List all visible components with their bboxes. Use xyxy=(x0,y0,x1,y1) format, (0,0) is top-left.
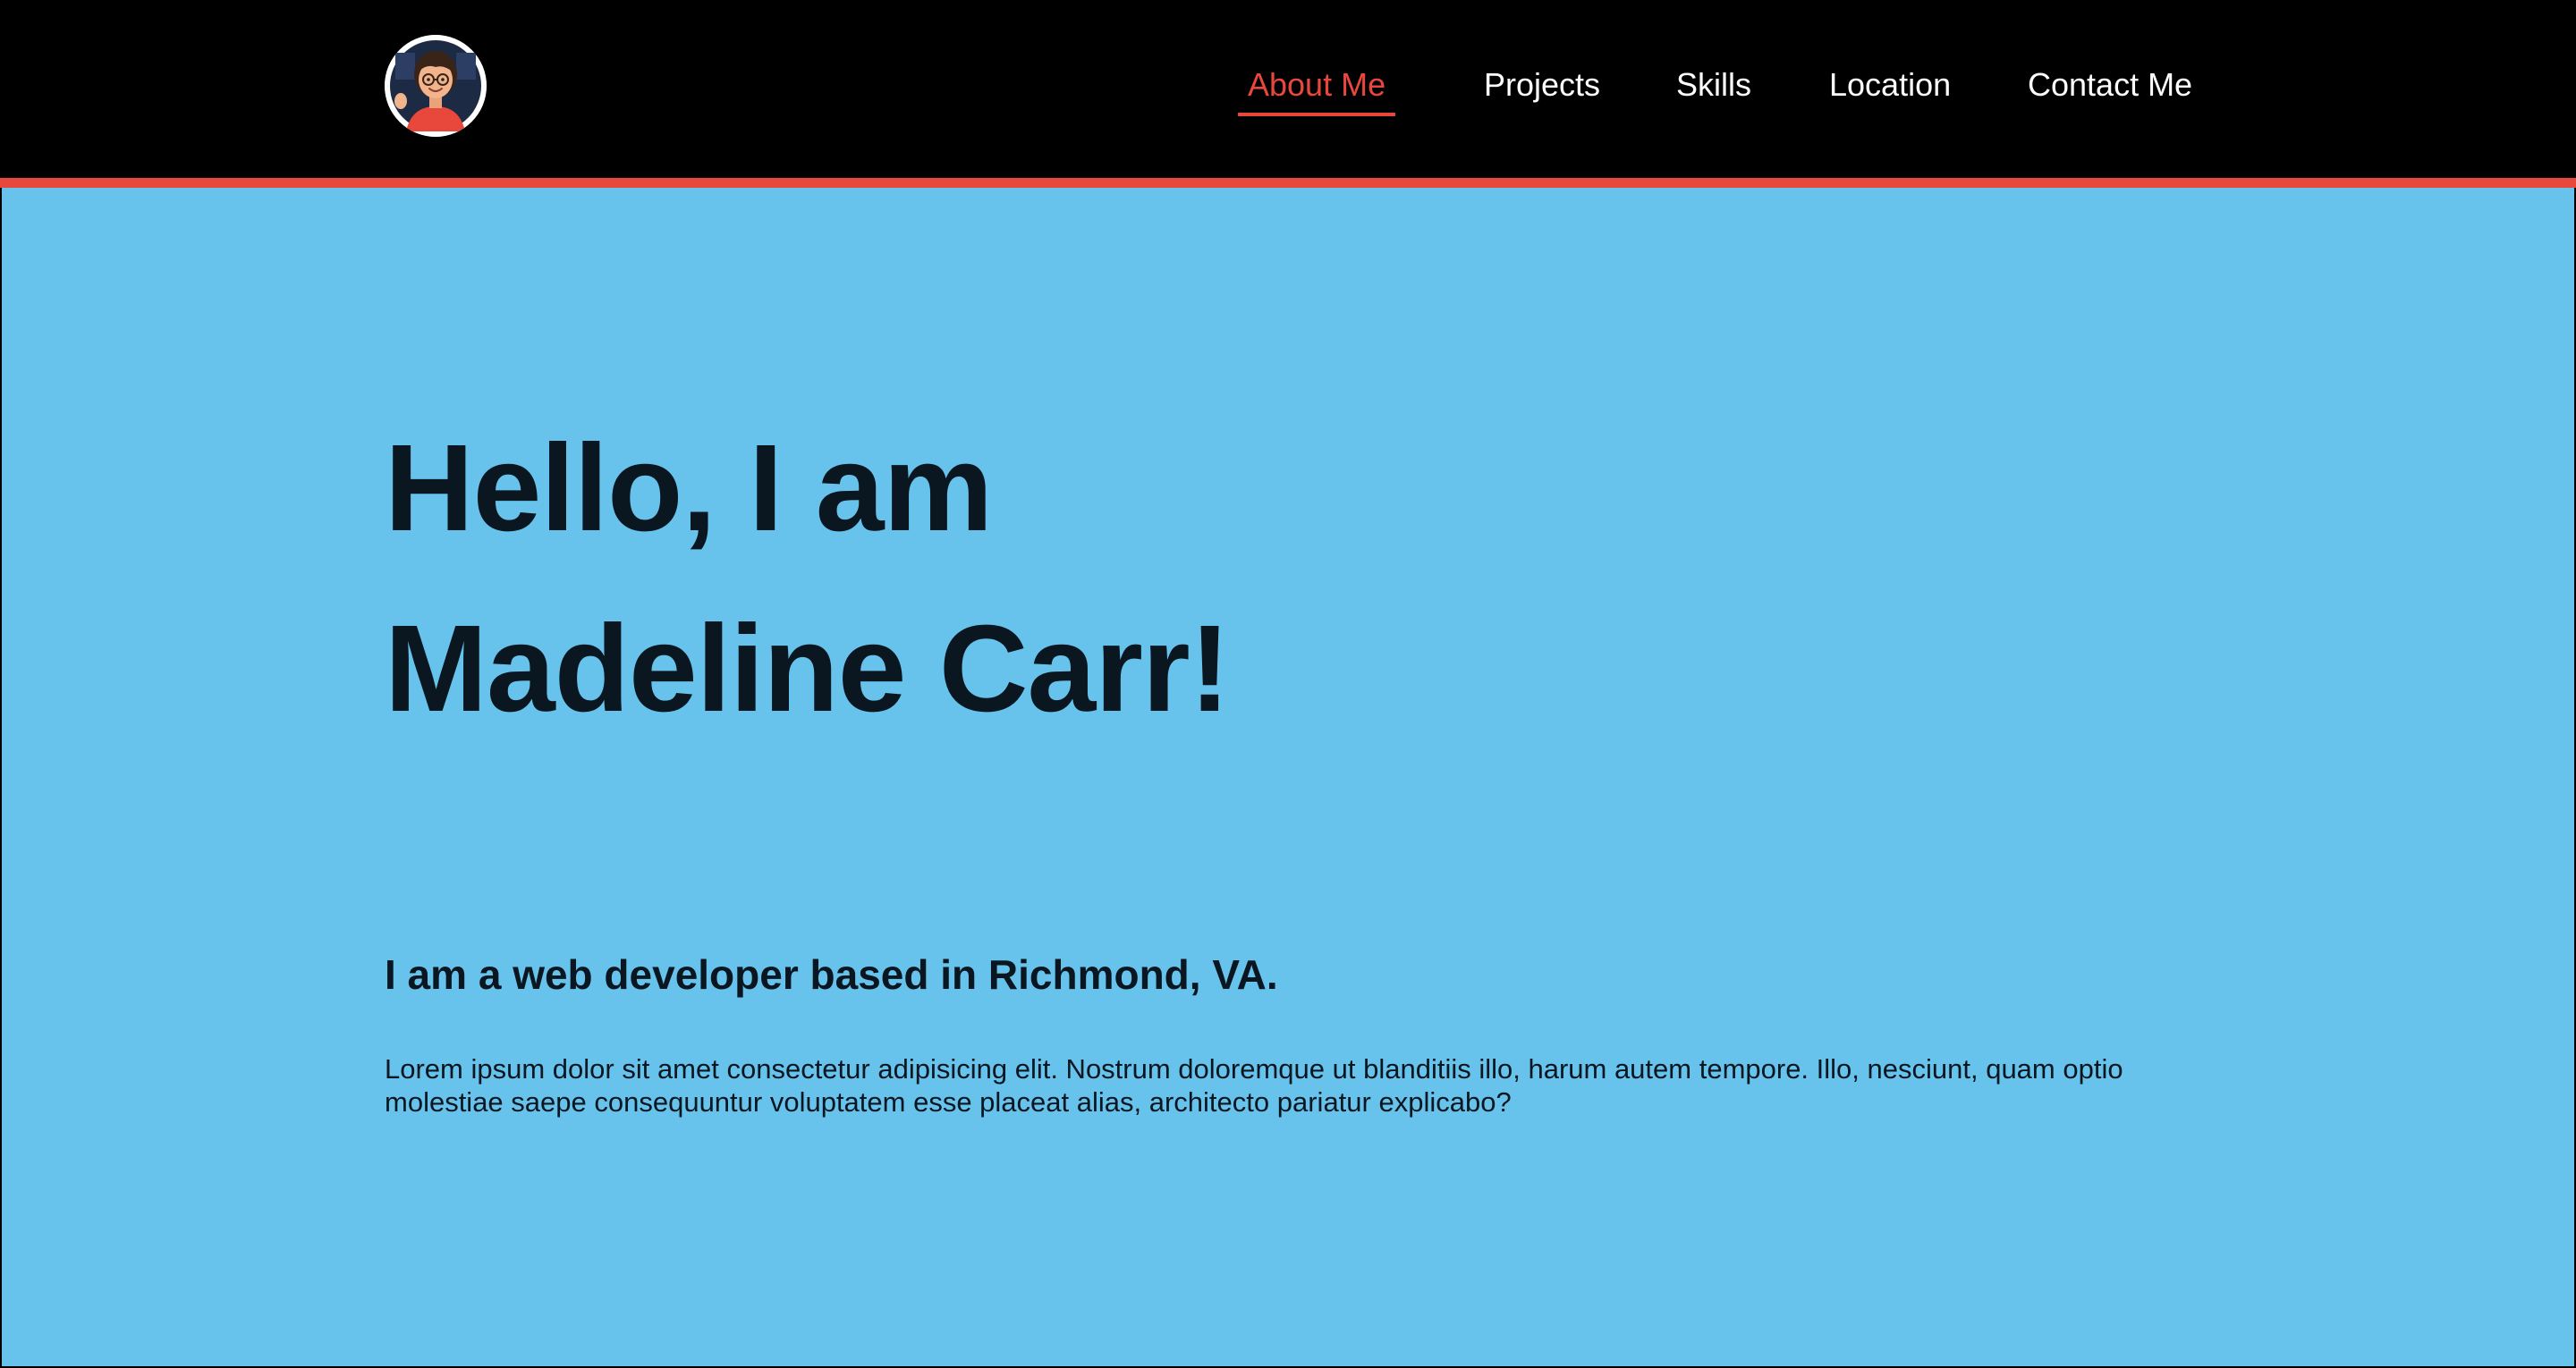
main-nav: About Me Projects Skills Location Contac… xyxy=(0,63,2576,116)
nav-about-me[interactable]: About Me xyxy=(1238,63,1396,116)
nav-active-underline xyxy=(1238,113,1396,116)
hero-title-line-2: Madeline Carr! xyxy=(385,600,1231,738)
nav-location[interactable]: Location xyxy=(1829,63,1951,107)
hero-body-text: Lorem ipsum dolor sit amet consectetur a… xyxy=(385,1053,2123,1118)
hero-title-line-1: Hello, I am xyxy=(385,419,993,557)
site-header: About Me Projects Skills Location Contac… xyxy=(0,0,2576,178)
nav-contact-me-label: Contact Me xyxy=(2028,66,2193,103)
nav-contact-me[interactable]: Contact Me xyxy=(2028,63,2192,107)
page: About Me Projects Skills Location Contac… xyxy=(0,0,2576,1368)
hero-section xyxy=(2,188,2574,1366)
hero-subtitle: I am a web developer based in Richmond, … xyxy=(385,951,1278,998)
hero-title: Hello, I am Madeline Carr! xyxy=(385,398,1231,759)
nav-location-label: Location xyxy=(1829,66,1952,103)
nav-projects[interactable]: Projects xyxy=(1484,63,1600,107)
nav-about-me-label: About Me xyxy=(1248,66,1386,103)
header-accent-bar xyxy=(0,178,2576,188)
nav-skills[interactable]: Skills xyxy=(1676,63,1751,107)
nav-projects-label: Projects xyxy=(1484,66,1601,103)
nav-skills-label: Skills xyxy=(1676,66,1752,103)
